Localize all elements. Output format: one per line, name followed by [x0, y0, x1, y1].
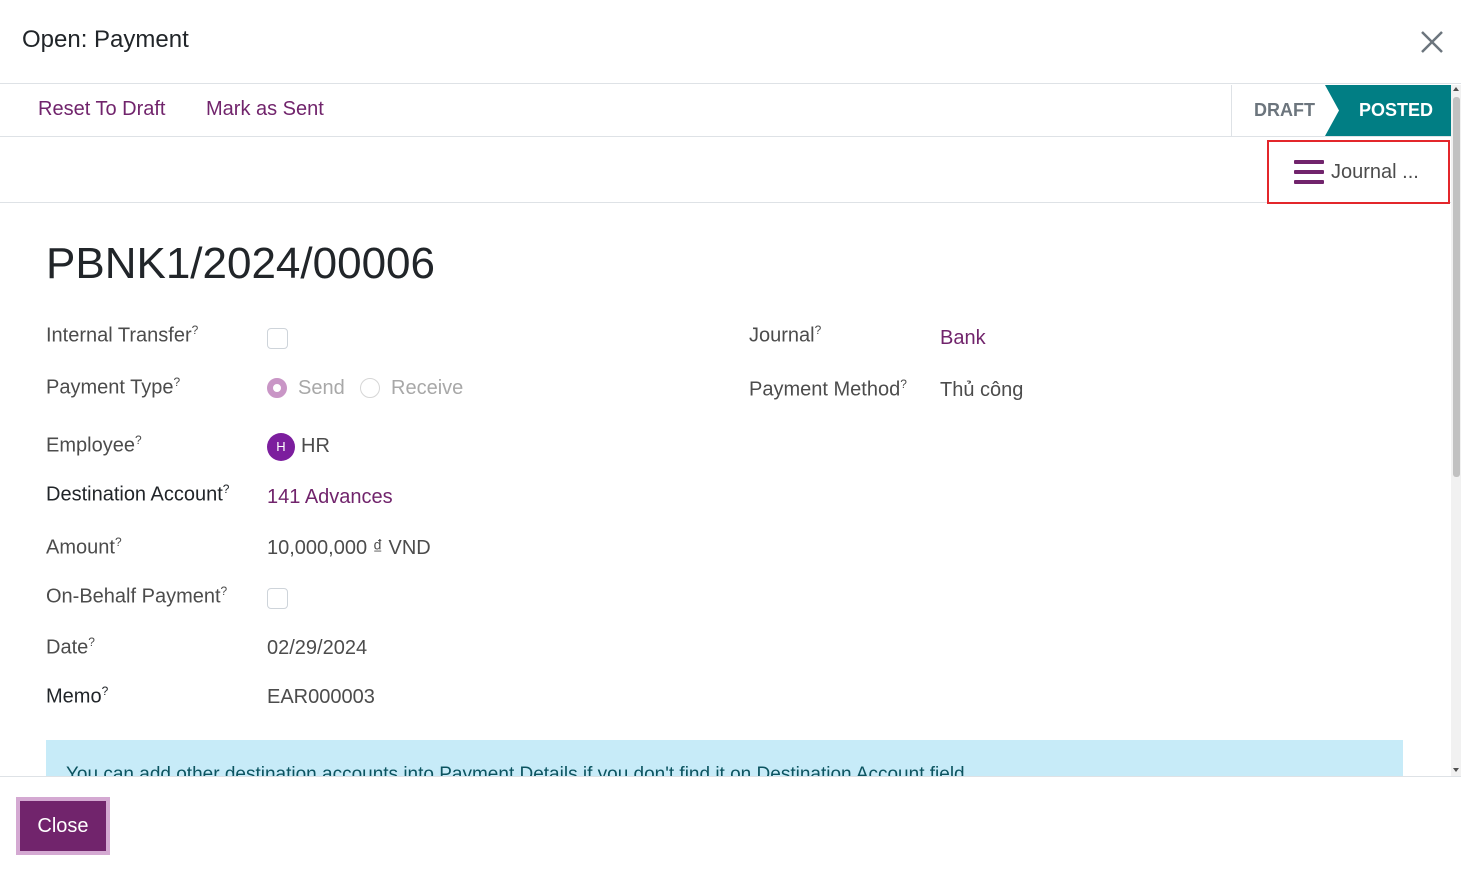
payment-type-send-label: Send: [298, 377, 345, 399]
date-value: 02/29/2024: [267, 637, 368, 659]
employee-label: Employee?: [46, 433, 142, 457]
scroll-down-icon[interactable]: [1453, 768, 1459, 772]
close-icon[interactable]: [1418, 28, 1446, 56]
on-behalf-payment-label: On-Behalf Payment?: [46, 584, 228, 608]
journal-label: Journal?: [749, 323, 822, 347]
payment-method-label: Payment Method?: [749, 377, 907, 401]
journal-button-label: Journal ...: [1331, 161, 1419, 183]
form-sheet: PBNK1/2024/00006 Internal Transfer? Paym…: [0, 203, 1451, 776]
payment-type-label: Payment Type?: [46, 375, 181, 399]
avatar: H: [267, 433, 295, 461]
close-button[interactable]: Close: [16, 797, 110, 855]
memo-label: Memo?: [46, 684, 109, 708]
scroll-up-icon[interactable]: [1453, 87, 1459, 91]
reset-to-draft-button[interactable]: Reset To Draft: [38, 98, 165, 121]
modal-title: Open: Payment: [22, 26, 189, 53]
destination-account-link[interactable]: 141 Advances: [267, 486, 393, 509]
status-stages: DRAFT POSTED: [1231, 85, 1452, 136]
journal-items-button[interactable]: Journal ...: [1267, 140, 1450, 204]
stage-draft[interactable]: DRAFT: [1254, 100, 1315, 121]
internal-transfer-checkbox[interactable]: [267, 328, 288, 349]
button-box: Journal ...: [0, 137, 1451, 204]
journal-link[interactable]: Bank: [940, 327, 986, 350]
statusbar: Reset To Draft Mark as Sent DRAFT POSTED: [0, 85, 1452, 137]
stage-posted-label: POSTED: [1359, 100, 1434, 120]
modal-footer: Close: [0, 776, 1461, 870]
on-behalf-payment-checkbox[interactable]: [267, 588, 288, 609]
amount-value: 10,000,000 ₫ VND: [267, 537, 431, 559]
payment-method-value: Thủ công: [940, 379, 1024, 401]
date-label: Date?: [46, 635, 95, 659]
hamburger-menu-icon: [1294, 160, 1324, 184]
info-alert: You can add other destination accounts i…: [46, 740, 1403, 776]
payment-type-receive-radio[interactable]: [360, 378, 380, 398]
internal-transfer-label: Internal Transfer?: [46, 323, 199, 347]
payment-type-receive-label: Receive: [391, 377, 464, 399]
memo-value: EAR000003: [267, 686, 375, 708]
stage-posted[interactable]: POSTED: [1325, 85, 1452, 136]
record-name: PBNK1/2024/00006: [46, 239, 435, 288]
payment-type-send-radio[interactable]: [267, 378, 287, 398]
destination-account-label: Destination Account?: [46, 482, 230, 506]
employee-value[interactable]: HR: [301, 435, 330, 458]
info-alert-text: You can add other destination accounts i…: [66, 764, 965, 776]
scrollbar[interactable]: [1451, 85, 1461, 776]
amount-label: Amount?: [46, 535, 122, 559]
scroll-thumb[interactable]: [1453, 97, 1460, 477]
mark-as-sent-button[interactable]: Mark as Sent: [206, 98, 324, 121]
modal-header: Open: Payment: [0, 0, 1461, 84]
